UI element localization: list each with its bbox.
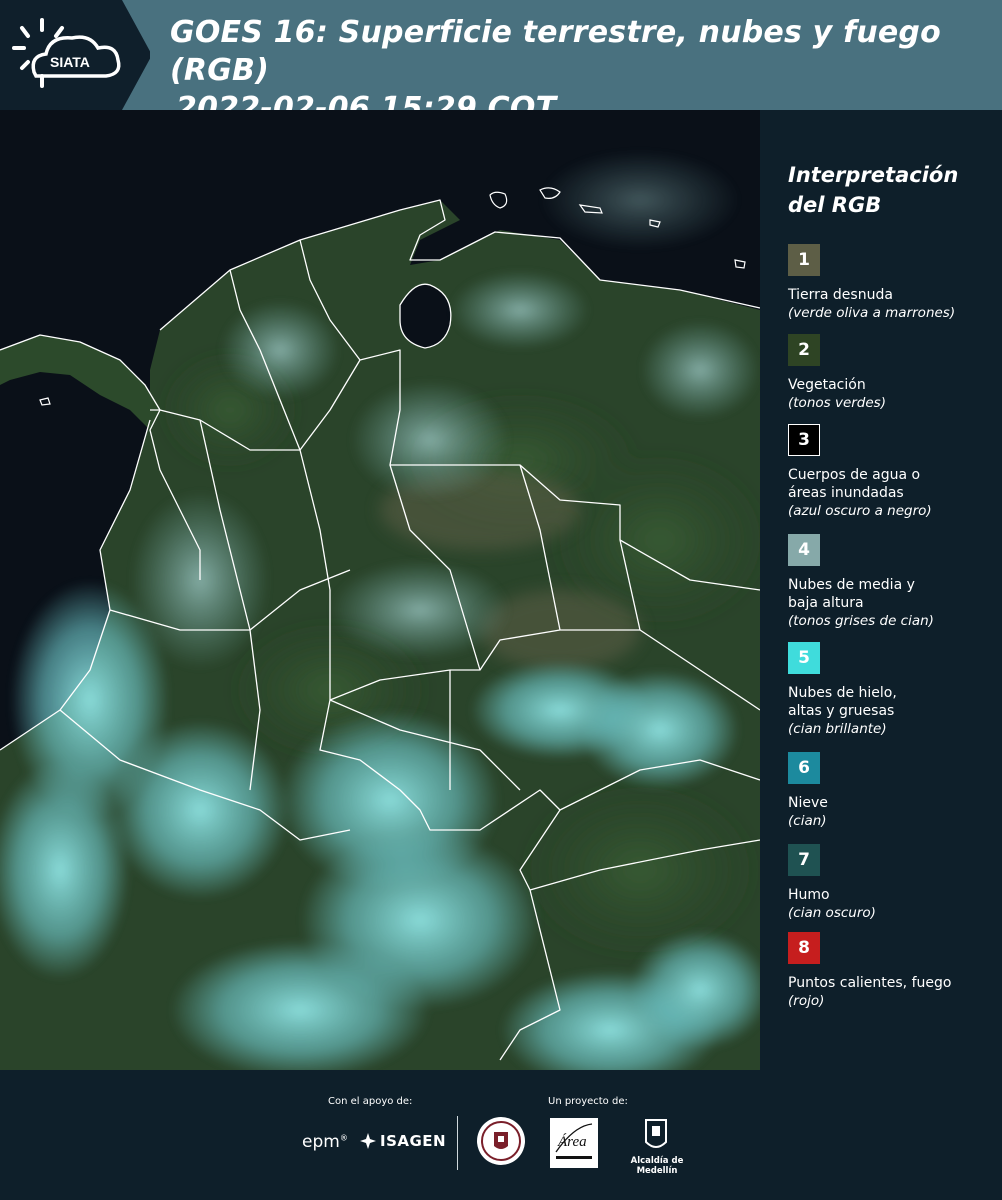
- legend-number-3: 3: [798, 430, 810, 450]
- legend-sub-3: (azul oscuro a negro): [788, 503, 932, 519]
- siata-logo: SIATA: [0, 0, 150, 110]
- legend-sub-2: (tonos verdes): [788, 395, 886, 411]
- legend-label-6: Nieve: [788, 795, 828, 811]
- legend-item-3: 3 Cuerpos de agua o áreas inundadas (azu…: [788, 424, 998, 520]
- legend-swatch-7: 7: [788, 844, 820, 876]
- legend-sub-5: (cian brillante): [788, 721, 887, 737]
- legend-item-8: 8 Puntos calientes, fuego (rojo): [788, 932, 998, 1010]
- legend-label-8: Puntos calientes, fuego: [788, 975, 952, 991]
- legend-sub-8: (rojo): [788, 993, 825, 1009]
- legend-sub-1: (verde oliva a marrones): [788, 305, 956, 321]
- support-label: Con el apoyo de:: [328, 1096, 413, 1107]
- legend-title-line-1: Interpretación: [788, 163, 959, 187]
- isagen-icon: [360, 1133, 376, 1149]
- university-seal-icon: [477, 1117, 525, 1165]
- legend-item-2: 2 Vegetación (tonos verdes): [788, 334, 998, 412]
- legend-item-7: 7 Humo (cian oscuro): [788, 844, 998, 922]
- legend-label-3: Cuerpos de agua o áreas inundadas: [788, 467, 921, 501]
- alcaldia-text: Alcaldía de Medellín: [630, 1156, 684, 1176]
- legend-sub-7: (cian oscuro): [788, 905, 876, 921]
- legend-number-5: 5: [798, 648, 810, 668]
- project-label: Un proyecto de:: [548, 1096, 628, 1107]
- legend-sub-4: (tonos grises de cian): [788, 613, 934, 629]
- area-logo-text: Área: [557, 1133, 587, 1150]
- legend-swatch-6: 6: [788, 752, 820, 784]
- isagen-text: ISAGEN: [380, 1132, 447, 1150]
- legend-swatch-1: 1: [788, 244, 820, 276]
- legend-swatch-8: 8: [788, 932, 820, 964]
- legend-item-5: 5 Nubes de hielo, altas y gruesas (cian …: [788, 642, 998, 738]
- logo-text: SIATA: [50, 54, 90, 70]
- legend-panel: Interpretación del RGB 1 Tierra desnuda …: [760, 110, 1002, 1070]
- area-metropolitana-logo: Área: [550, 1118, 598, 1168]
- legend-title-line-2: del RGB: [788, 193, 882, 217]
- legend-title: Interpretación del RGB: [788, 160, 998, 220]
- satellite-image: [0, 110, 760, 1070]
- legend-number-4: 4: [798, 540, 810, 560]
- legend-swatch-5: 5: [788, 642, 820, 674]
- satellite-map: [0, 110, 760, 1070]
- legend-swatch-3: 3: [788, 424, 820, 456]
- title-line-1: GOES 16: Superficie terrestre, nubes y f…: [170, 15, 941, 88]
- legend-number-7: 7: [798, 850, 810, 870]
- legend-item-6: 6 Nieve (cian): [788, 752, 998, 830]
- epm-text: epm: [302, 1132, 340, 1152]
- legend-item-4: 4 Nubes de media y baja altura (tonos gr…: [788, 534, 998, 630]
- legend-swatch-4: 4: [788, 534, 820, 566]
- isagen-logo: ISAGEN: [360, 1132, 446, 1150]
- legend-label-1: Tierra desnuda: [788, 287, 893, 303]
- legend-label-5: Nubes de hielo, altas y gruesas: [788, 685, 897, 719]
- alcaldia-medellin-logo: Alcaldía de Medellín: [612, 1118, 702, 1176]
- epm-logo: epm®: [302, 1132, 348, 1152]
- footer: Con el apoyo de: Un proyecto de: epm® IS…: [0, 1070, 1002, 1200]
- legend-label-2: Vegetación: [788, 377, 866, 393]
- legend-number-1: 1: [798, 250, 810, 270]
- legend-swatch-2: 2: [788, 334, 820, 366]
- legend-number-8: 8: [798, 938, 810, 958]
- legend-label-7: Humo: [788, 887, 830, 903]
- legend-label-4: Nubes de media y baja altura: [788, 577, 915, 611]
- siata-logo-icon: SIATA: [12, 18, 121, 88]
- shield-icon: [645, 1119, 667, 1148]
- footer-divider: [457, 1116, 458, 1170]
- legend-item-1: 1 Tierra desnuda (verde oliva a marrones…: [788, 244, 998, 322]
- legend-number-2: 2: [798, 340, 810, 360]
- header: SIATA GOES 16: Superficie terrestre, nub…: [0, 0, 1002, 126]
- area-metropolitana-icon: Área: [555, 1123, 593, 1159]
- legend-number-6: 6: [798, 758, 810, 778]
- legend-sub-6: (cian): [788, 813, 827, 829]
